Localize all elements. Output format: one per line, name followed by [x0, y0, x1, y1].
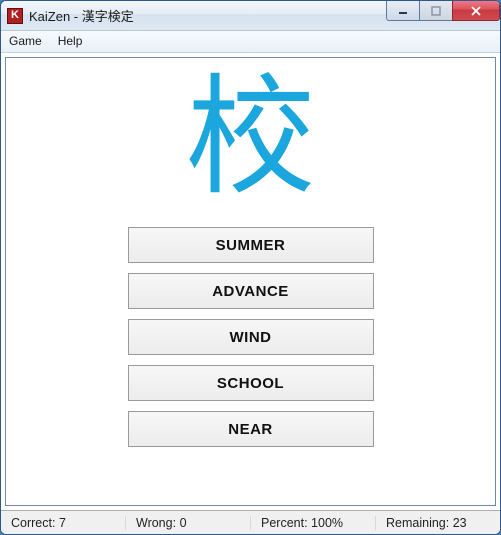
- app-icon: K: [7, 8, 23, 24]
- status-wrong: Wrong: 0: [126, 516, 251, 530]
- status-wrong-label: Wrong:: [136, 516, 176, 530]
- status-wrong-value: 0: [180, 516, 187, 530]
- window-controls: [387, 1, 500, 21]
- status-percent-value: 100%: [311, 516, 343, 530]
- menu-game[interactable]: Game: [1, 31, 50, 52]
- status-remaining: Remaining: 23: [376, 516, 500, 530]
- status-remaining-value: 23: [453, 516, 467, 530]
- answer-button-1[interactable]: SUMMER: [128, 227, 374, 263]
- kanji-prompt: 校: [185, 66, 315, 209]
- menubar: Game Help: [1, 31, 500, 53]
- app-window: K KaiZen - 漢字検定 Game Help 校 SUMMER ADVAN…: [0, 0, 501, 535]
- client-area: 校 SUMMER ADVANCE WIND SCHOOL NEAR: [5, 57, 496, 506]
- status-correct-value: 7: [59, 516, 66, 530]
- answer-list: SUMMER ADVANCE WIND SCHOOL NEAR: [128, 227, 374, 447]
- menu-help[interactable]: Help: [50, 31, 91, 52]
- status-correct: Correct: 7: [1, 516, 126, 530]
- statusbar: Correct: 7 Wrong: 0 Percent: 100% Remain…: [1, 510, 500, 534]
- close-button[interactable]: [452, 1, 500, 21]
- maximize-button: [419, 1, 453, 21]
- answer-button-4[interactable]: SCHOOL: [128, 365, 374, 401]
- status-remaining-label: Remaining:: [386, 516, 449, 530]
- titlebar[interactable]: K KaiZen - 漢字検定: [1, 1, 500, 31]
- answer-button-2[interactable]: ADVANCE: [128, 273, 374, 309]
- status-correct-label: Correct:: [11, 516, 55, 530]
- status-percent: Percent: 100%: [251, 516, 376, 530]
- answer-button-5[interactable]: NEAR: [128, 411, 374, 447]
- status-percent-label: Percent:: [261, 516, 308, 530]
- minimize-button[interactable]: [386, 1, 420, 21]
- answer-button-3[interactable]: WIND: [128, 319, 374, 355]
- window-title: KaiZen - 漢字検定: [29, 6, 134, 25]
